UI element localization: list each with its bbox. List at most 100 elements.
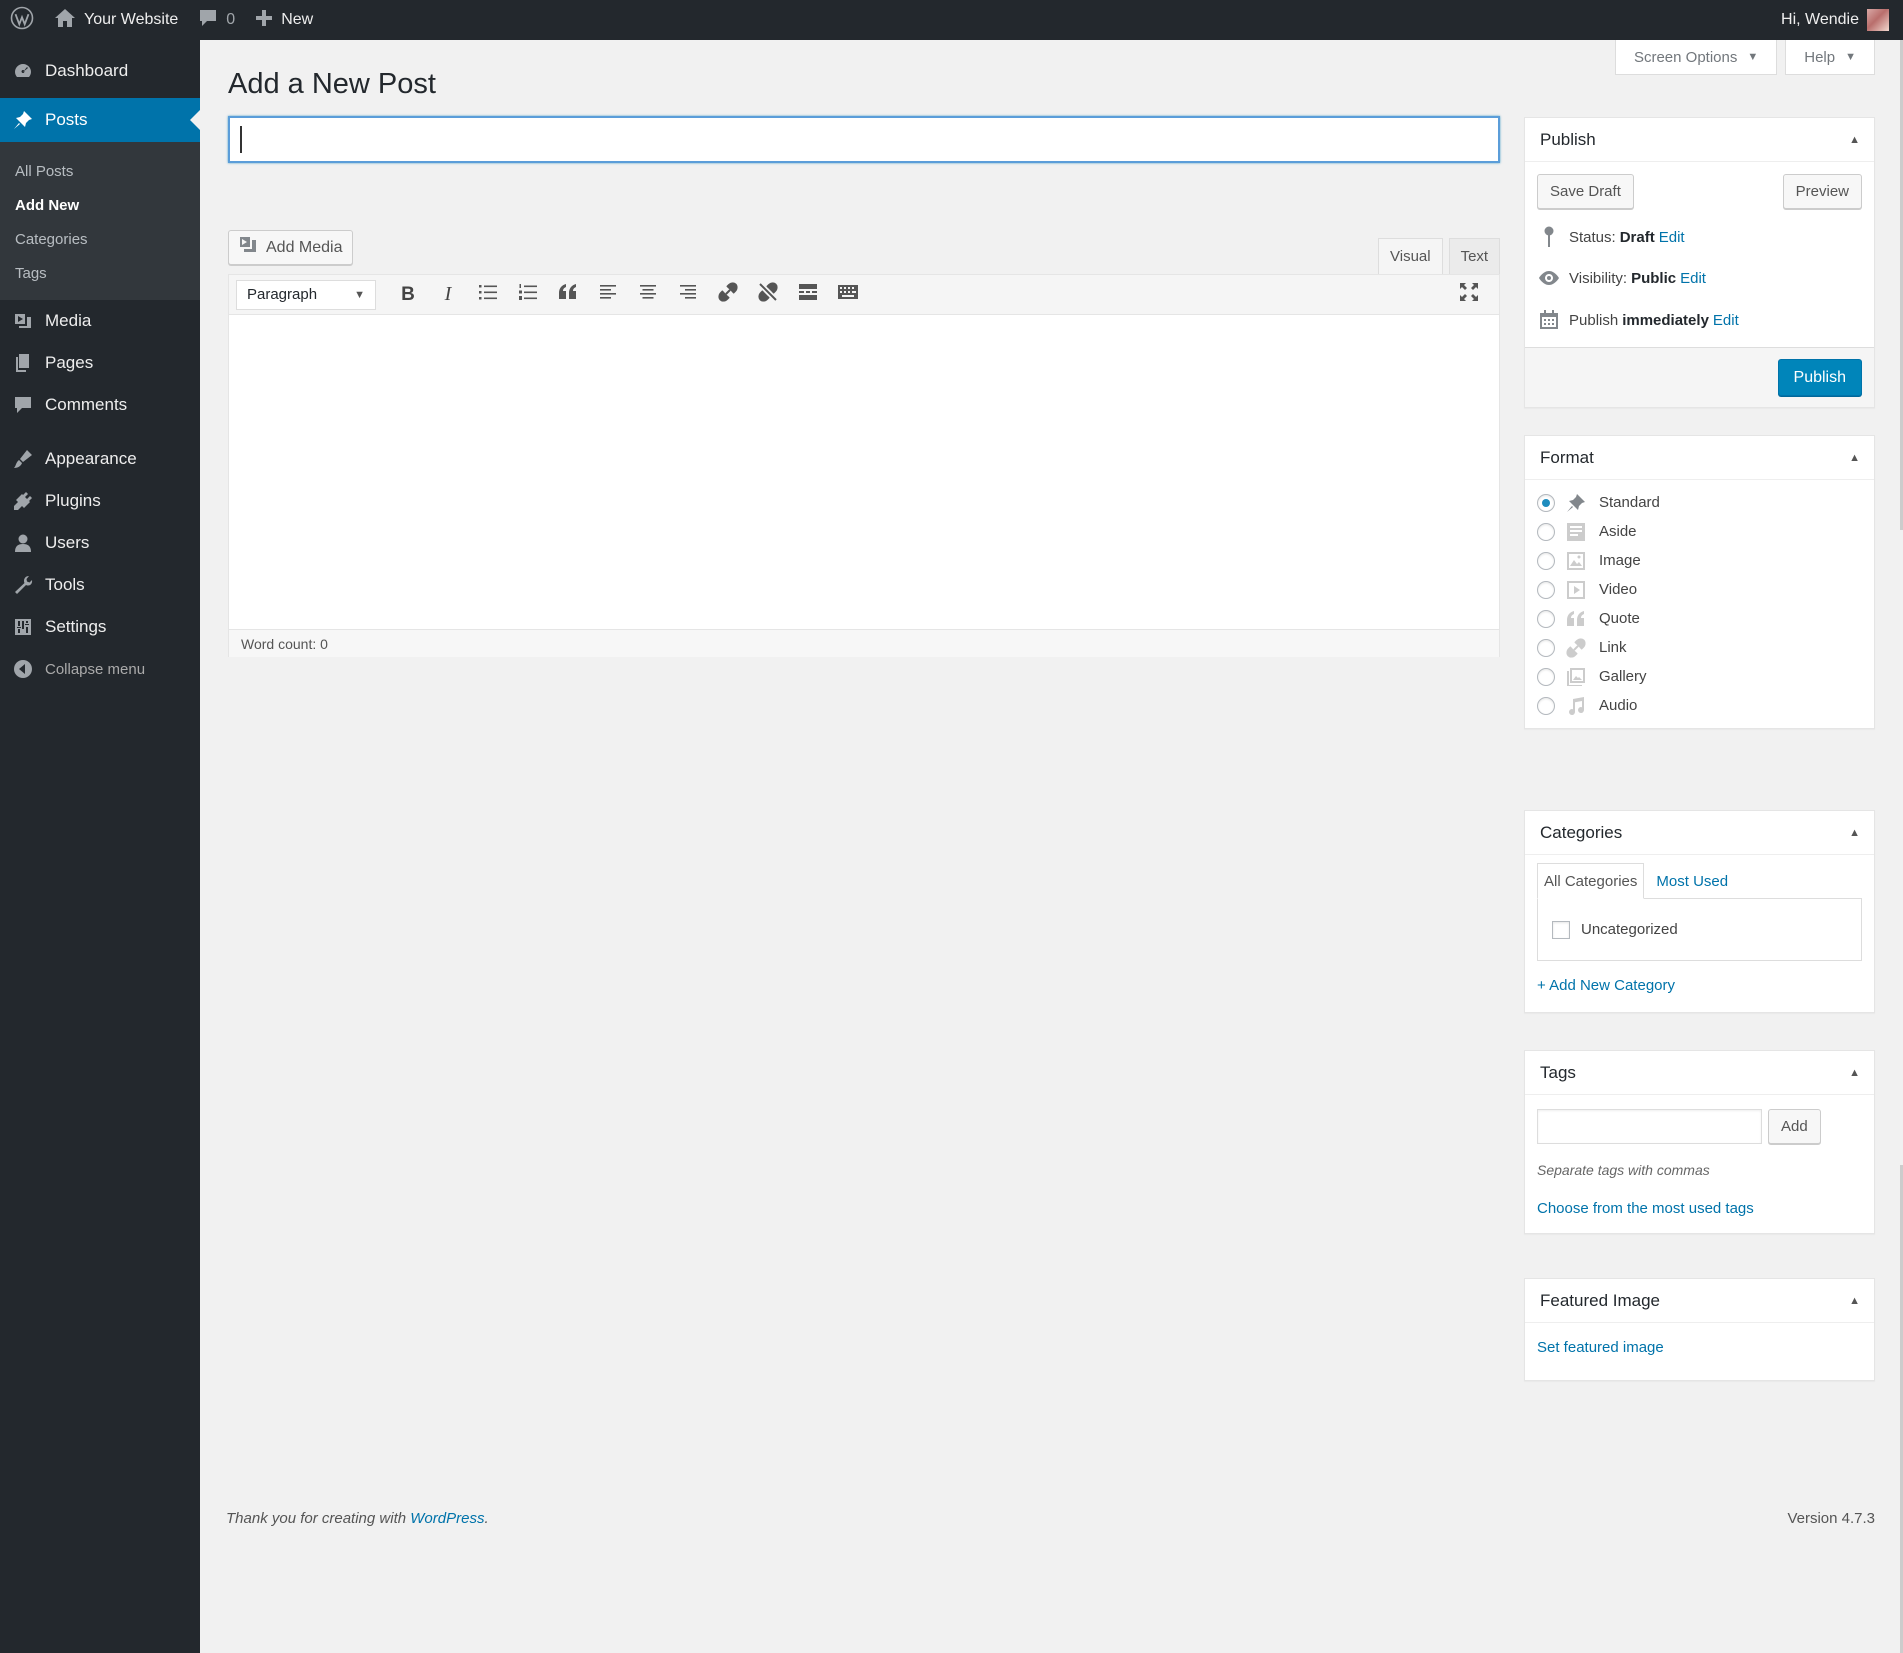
format-radio-link[interactable] <box>1537 638 1555 657</box>
visibility-label: Visibility: <box>1569 269 1628 287</box>
format-radio-gallery[interactable] <box>1537 667 1555 686</box>
format-radio-video[interactable] <box>1537 580 1555 599</box>
text-cursor <box>240 126 242 153</box>
format-option-gallery[interactable]: Gallery <box>1537 662 1862 691</box>
editor-tabs: Visual Text <box>1378 238 1501 274</box>
post-title-field[interactable] <box>228 116 1500 163</box>
sidebar-item-dashboard[interactable]: Dashboard <box>0 50 200 92</box>
edit-visibility-link[interactable]: Edit <box>1680 270 1706 287</box>
word-count: Word count: 0 <box>241 635 328 652</box>
wordpress-logo-button[interactable] <box>0 0 44 40</box>
save-draft-button[interactable]: Save Draft <box>1537 174 1634 209</box>
insert-more-button[interactable] <box>788 280 828 310</box>
add-media-button[interactable]: Add Media <box>228 230 353 265</box>
collapse-menu-button[interactable]: Collapse menu <box>0 648 200 690</box>
quote-icon <box>558 284 578 305</box>
format-option-image[interactable]: Image <box>1537 546 1862 575</box>
pin-icon <box>1565 492 1587 514</box>
format-option-aside[interactable]: Aside <box>1537 517 1862 546</box>
collapse-arrow-icon[interactable]: ▲ <box>1849 452 1860 464</box>
format-option-quote[interactable]: Quote <box>1537 604 1862 633</box>
edit-status-link[interactable]: Edit <box>1659 229 1685 246</box>
new-content-link[interactable]: New <box>245 0 323 40</box>
sidebar-subitem-categories[interactable]: Categories <box>0 222 200 256</box>
category-checkbox-uncategorized[interactable] <box>1552 920 1570 939</box>
tab-text[interactable]: Text <box>1448 238 1501 274</box>
categories-box-header[interactable]: Categories ▲ <box>1525 811 1874 855</box>
align-left-button[interactable] <box>588 280 628 310</box>
comments-link[interactable]: 0 <box>188 0 245 40</box>
numbered-list-button[interactable] <box>508 280 548 310</box>
featured-image-box-header[interactable]: Featured Image ▲ <box>1525 1279 1874 1323</box>
tab-all-categories[interactable]: All Categories <box>1537 863 1645 899</box>
tab-most-used[interactable]: Most Used <box>1644 863 1734 899</box>
publish-box-header[interactable]: Publish ▲ <box>1525 118 1874 162</box>
sidebar-item-users[interactable]: Users <box>0 522 200 564</box>
format-option-link[interactable]: Link <box>1537 633 1862 662</box>
sidebar-item-appearance[interactable]: Appearance <box>0 438 200 480</box>
collapse-arrow-icon[interactable]: ▲ <box>1849 134 1860 146</box>
sidebar-subitem-add-new[interactable]: Add New <box>0 188 200 222</box>
italic-button[interactable]: I <box>428 280 468 310</box>
sidebar-item-pages[interactable]: Pages <box>0 342 200 384</box>
fullscreen-button[interactable] <box>1449 280 1489 310</box>
footer-thanks-suffix: . <box>484 1510 489 1527</box>
help-button[interactable]: Help ▼ <box>1785 40 1875 75</box>
toolbar-toggle-button[interactable] <box>828 280 868 310</box>
collapse-arrow-icon[interactable]: ▲ <box>1849 1067 1860 1079</box>
choose-most-used-tags-link[interactable]: Choose from the most used tags <box>1537 1200 1754 1217</box>
format-radio-image[interactable] <box>1537 551 1555 570</box>
post-title-input[interactable] <box>230 118 1498 161</box>
admin-bar: Your Website 0 New Hi, Wendie <box>0 0 1903 40</box>
format-box-header[interactable]: Format ▲ <box>1525 436 1874 480</box>
sidebar-item-plugins[interactable]: Plugins <box>0 480 200 522</box>
collapse-icon <box>12 658 34 680</box>
site-name-link[interactable]: Your Website <box>44 0 188 40</box>
insert-link-button[interactable] <box>708 280 748 310</box>
sidebar-label-settings: Settings <box>45 617 107 636</box>
link-icon <box>718 282 738 307</box>
format-select[interactable]: Paragraph ▼ <box>236 279 376 310</box>
editor-content-area[interactable] <box>229 315 1499 629</box>
wordpress-link[interactable]: WordPress <box>410 1510 484 1527</box>
publish-button[interactable]: Publish <box>1777 359 1862 396</box>
sidebar-subitem-tags[interactable]: Tags <box>0 256 200 290</box>
media-icon <box>12 310 34 332</box>
new-tag-input[interactable] <box>1537 1109 1762 1144</box>
aside-icon <box>1565 521 1587 543</box>
edit-publish-time-link[interactable]: Edit <box>1713 312 1739 329</box>
format-option-audio[interactable]: Audio <box>1537 691 1862 720</box>
format-option-standard[interactable]: Standard <box>1537 488 1862 517</box>
format-radio-audio[interactable] <box>1537 696 1555 715</box>
sidebar-item-posts[interactable]: Posts <box>0 98 200 142</box>
add-tag-button[interactable]: Add <box>1768 1109 1821 1144</box>
bulleted-list-button[interactable] <box>468 280 508 310</box>
collapse-arrow-icon[interactable]: ▲ <box>1849 827 1860 839</box>
set-featured-image-link[interactable]: Set featured image <box>1537 1339 1664 1356</box>
tab-visual[interactable]: Visual <box>1378 238 1443 274</box>
format-radio-quote[interactable] <box>1537 609 1555 628</box>
align-center-button[interactable] <box>628 280 668 310</box>
format-radio-aside[interactable] <box>1537 522 1555 541</box>
tags-box-header[interactable]: Tags ▲ <box>1525 1051 1874 1095</box>
sidebar-item-tools[interactable]: Tools <box>0 564 200 606</box>
format-option-video[interactable]: Video <box>1537 575 1862 604</box>
sidebar-label-media: Media <box>45 311 92 330</box>
sidebar-subitem-all-posts[interactable]: All Posts <box>0 154 200 188</box>
my-account[interactable]: Hi, Wendie <box>1781 9 1903 31</box>
screen-options-button[interactable]: Screen Options ▼ <box>1614 40 1778 75</box>
remove-link-button[interactable] <box>748 280 788 310</box>
sidebar-item-comments[interactable]: Comments <box>0 384 200 426</box>
preview-button[interactable]: Preview <box>1782 174 1862 209</box>
add-new-category-link[interactable]: + Add New Category <box>1537 977 1675 994</box>
collapse-arrow-icon[interactable]: ▲ <box>1849 1295 1860 1307</box>
align-right-button[interactable] <box>668 280 708 310</box>
wordpress-logo-icon <box>10 6 34 35</box>
sidebar-item-settings[interactable]: Settings <box>0 606 200 648</box>
bold-button[interactable]: B <box>388 280 428 310</box>
blockquote-button[interactable] <box>548 280 588 310</box>
format-radio-standard[interactable] <box>1537 493 1555 512</box>
sidebar-item-media[interactable]: Media <box>0 300 200 342</box>
comments-icon <box>12 394 34 416</box>
format-select-value: Paragraph <box>247 286 318 303</box>
